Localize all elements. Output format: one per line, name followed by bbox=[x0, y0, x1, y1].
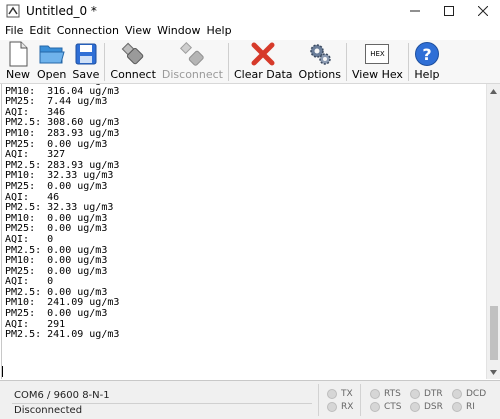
open-button[interactable]: Open bbox=[34, 40, 69, 84]
new-file-icon bbox=[9, 41, 28, 67]
menu-edit[interactable]: Edit bbox=[26, 22, 53, 40]
ri-indicator: RI bbox=[452, 402, 475, 412]
dsr-led bbox=[410, 402, 420, 412]
port-settings: COM6 / 9600 8-N-1 bbox=[14, 390, 110, 401]
save-floppy-icon bbox=[75, 43, 97, 65]
connection-info: COM6 / 9600 8-N-1 Disconnected bbox=[6, 386, 316, 416]
scroll-up-icon bbox=[490, 88, 497, 94]
scroll-down-icon bbox=[490, 369, 497, 375]
save-label: Save bbox=[72, 68, 100, 81]
title-bar: Untitled_0 * bbox=[0, 0, 500, 22]
window-title: Untitled_0 * bbox=[26, 4, 97, 18]
terminal-line: PM10: 283.93 ug/m3 bbox=[5, 127, 120, 139]
help-button[interactable]: ? Help bbox=[411, 40, 443, 84]
scroll-down-button[interactable] bbox=[487, 365, 500, 379]
toolbar-separator bbox=[104, 43, 106, 81]
open-folder-icon bbox=[39, 45, 65, 64]
maximize-icon bbox=[444, 6, 454, 16]
signal-separator bbox=[318, 384, 319, 416]
rts-led bbox=[370, 389, 380, 399]
hex-icon: HEX bbox=[365, 44, 390, 64]
toolbar-separator bbox=[407, 43, 409, 81]
tx-indicator: TX bbox=[327, 389, 353, 399]
toolbar-separator bbox=[228, 43, 229, 81]
hex-icon-text: HEX bbox=[370, 50, 385, 58]
clear-data-button[interactable]: Clear Data bbox=[231, 40, 296, 84]
new-button[interactable]: New bbox=[2, 40, 34, 84]
cts-indicator: CTS bbox=[370, 402, 402, 412]
terminal-line: AQI: 0 bbox=[5, 233, 54, 245]
vertical-scrollbar[interactable] bbox=[486, 84, 500, 379]
save-button[interactable]: Save bbox=[69, 40, 102, 84]
text-cursor bbox=[2, 366, 3, 377]
menu-connection[interactable]: Connection bbox=[54, 22, 122, 40]
dtr-led bbox=[410, 389, 420, 399]
rx-indicator: RX bbox=[327, 402, 353, 412]
rts-label: RTS bbox=[384, 389, 401, 399]
menu-bar: File Edit Connection View Window Help bbox=[0, 22, 500, 40]
toolbar: New Open Save Connect Disconnect Clear D… bbox=[0, 40, 500, 84]
dtr-label: DTR bbox=[424, 389, 443, 399]
menu-window[interactable]: Window bbox=[154, 22, 203, 40]
ri-label: RI bbox=[466, 402, 475, 412]
ri-led bbox=[452, 402, 462, 412]
status-bar: COM6 / 9600 8-N-1 Disconnected bbox=[0, 380, 500, 419]
help-label: Help bbox=[414, 68, 440, 81]
clear-data-label: Clear Data bbox=[234, 68, 293, 81]
signal-separator bbox=[360, 384, 361, 416]
app-icon bbox=[6, 4, 20, 18]
menu-file[interactable]: File bbox=[2, 22, 26, 40]
cts-label: CTS bbox=[384, 402, 402, 412]
dcd-indicator: DCD bbox=[452, 389, 486, 399]
options-label: Options bbox=[298, 68, 341, 81]
dsr-indicator: DSR bbox=[410, 402, 443, 412]
menu-help[interactable]: Help bbox=[203, 22, 234, 40]
dtr-indicator: DTR bbox=[410, 389, 443, 399]
terminal-line: PM25: 0.00 ug/m3 bbox=[5, 180, 108, 192]
terminal-lines: PM2.5: 316.04 ug/m3PM10: 316.04 ug/m3PM2… bbox=[5, 84, 119, 341]
disconnect-label: Disconnect bbox=[161, 68, 223, 81]
clear-x-icon bbox=[251, 42, 275, 66]
rx-label: RX bbox=[341, 402, 354, 412]
scroll-up-button[interactable] bbox=[487, 84, 500, 98]
dsr-label: DSR bbox=[424, 402, 443, 412]
gears-icon bbox=[310, 44, 331, 65]
connect-label: Connect bbox=[110, 68, 156, 81]
connect-button[interactable]: Connect bbox=[107, 40, 158, 84]
dcd-label: DCD bbox=[466, 389, 487, 399]
disconnect-button[interactable]: Disconnect bbox=[159, 40, 226, 84]
minimize-icon bbox=[410, 10, 420, 12]
new-label: New bbox=[6, 68, 30, 81]
status-divider bbox=[12, 403, 312, 404]
toolbar-separator bbox=[345, 43, 347, 81]
tx-led bbox=[327, 389, 337, 399]
help-question-icon: ? bbox=[414, 42, 439, 66]
options-button[interactable]: Options bbox=[296, 40, 344, 84]
rts-indicator: RTS bbox=[370, 389, 401, 399]
terminal-line: PM2.5: 241.09 ug/m3 bbox=[5, 329, 120, 341]
close-icon bbox=[478, 6, 488, 16]
plug-connect-icon bbox=[121, 42, 144, 65]
menu-view[interactable]: View bbox=[122, 22, 154, 40]
rx-led bbox=[327, 402, 337, 412]
cts-led bbox=[370, 402, 380, 412]
view-hex-button[interactable]: HEX View Hex bbox=[349, 40, 406, 84]
dcd-led bbox=[452, 389, 462, 399]
minimize-button[interactable] bbox=[398, 0, 432, 22]
tx-label: TX bbox=[341, 389, 353, 399]
scrollbar-thumb[interactable] bbox=[490, 306, 498, 360]
connection-state: Disconnected bbox=[14, 405, 83, 416]
view-hex-label: View Hex bbox=[351, 68, 403, 81]
open-label: Open bbox=[37, 68, 67, 81]
terminal-output[interactable]: PM2.5: 316.04 ug/m3PM10: 316.04 ug/m3PM2… bbox=[1, 84, 486, 379]
close-button[interactable] bbox=[466, 0, 500, 22]
maximize-button[interactable] bbox=[432, 0, 466, 22]
plug-disconnect-icon bbox=[180, 41, 205, 66]
help-icon-text: ? bbox=[422, 44, 432, 64]
